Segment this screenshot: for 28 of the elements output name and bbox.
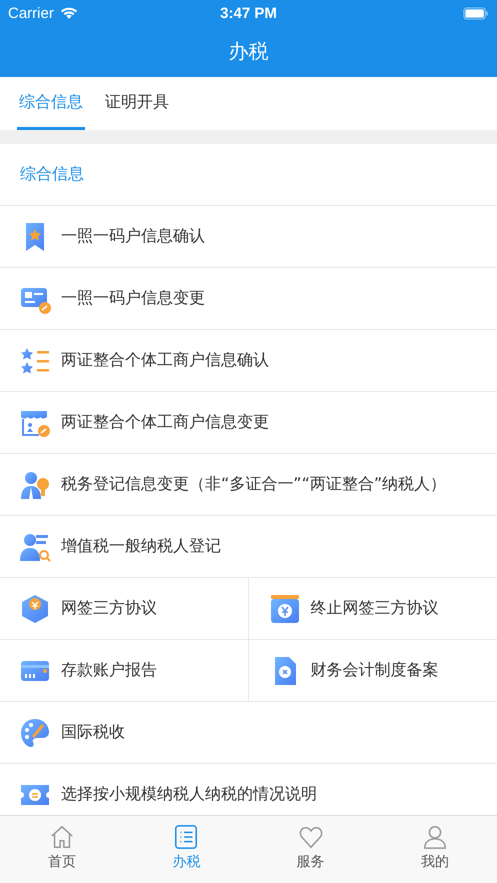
list-item[interactable]: 两证整合个体工商户信息变更 [0, 392, 497, 454]
list-item[interactable]: 存款账户报告 [0, 640, 248, 702]
list-item[interactable]: 增值税一般纳税人登记 [0, 516, 497, 578]
box-icon [19, 592, 51, 624]
wifi-icon [60, 6, 78, 20]
tab-bar-item[interactable]: 我的 [372, 816, 497, 883]
list-item[interactable]: 终止网签三方协议 [248, 578, 497, 640]
tab[interactable]: 证明开具 [103, 77, 171, 130]
list-item[interactable]: 网签三方协议 [0, 578, 248, 640]
battery-icon [462, 6, 489, 20]
section-title: 综合信息 [20, 164, 84, 185]
list-item[interactable]: 一照一码户信息确认 [0, 206, 497, 268]
list-item[interactable]: 税务登记信息变更（非“多证合一”“两证整合”纳税人） [0, 454, 497, 516]
palette-icon [19, 716, 51, 748]
list-item[interactable]: 财务会计制度备案 [248, 640, 497, 702]
tab-bar-item[interactable]: 首页 [0, 816, 124, 883]
list-icon [173, 824, 200, 850]
heart-icon [298, 824, 324, 850]
nav-title: 办税 [228, 38, 268, 65]
carrier-name: Carrier [8, 4, 54, 22]
tab-bar-item[interactable]: 服务 [248, 816, 373, 883]
person-icon [422, 824, 448, 850]
list-item[interactable]: 两证整合个体工商户信息确认 [0, 330, 497, 392]
list-item[interactable]: 一照一码户信息变更 [0, 268, 497, 330]
yen-window-icon [268, 592, 300, 624]
home-icon [49, 824, 76, 850]
status-time: 3:47 PM [220, 4, 277, 22]
list-item[interactable]: 国际税收 [0, 702, 497, 764]
